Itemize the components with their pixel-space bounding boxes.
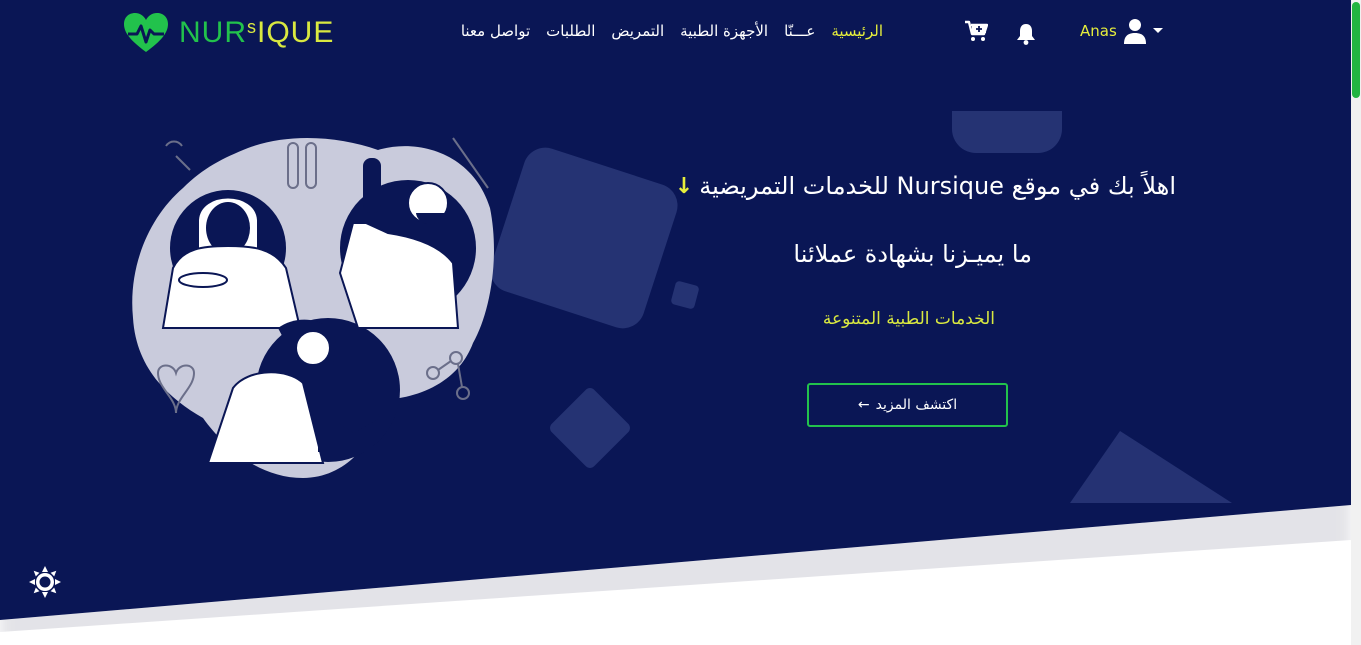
heart-pulse-icon [124, 13, 168, 52]
sun-icon[interactable] [29, 566, 61, 598]
hero-headline-text: اهلاً بك في موقع Nursique للخدمات التمري… [699, 172, 1176, 200]
hero-headline: اهلاً بك في موقع Nursique للخدمات التمري… [675, 172, 1176, 200]
medical-staff-illustration [132, 137, 494, 478]
cart-plus-icon[interactable] [964, 20, 988, 42]
user-icon [1123, 19, 1146, 44]
main-nav: الرئيسية عـــنّا الأجهزة الطبية التمريض … [461, 22, 883, 40]
navbar: NURsIQUE الرئيسية عـــنّا الأجهزة الطبية… [0, 0, 1351, 66]
hero-subhead: ما يميـزنا بشهادة عملائنا [793, 240, 1032, 268]
brand-logo[interactable]: NURsIQUE [123, 12, 334, 54]
discover-more-label: اكتشف المزيد [875, 397, 958, 413]
nav-link-nursing[interactable]: التمريض [611, 22, 664, 40]
decor-triangle [1070, 431, 1232, 503]
hero-tagline: الخدمات الطبية المتنوعة [822, 309, 995, 329]
nav-link-home[interactable]: الرئيسية [831, 22, 883, 40]
bell-icon[interactable] [1016, 23, 1036, 45]
page-scrollbar[interactable] [1351, 0, 1361, 645]
brand-wordmark: NURsIQUE [179, 16, 335, 49]
caret-down-icon [1152, 28, 1163, 33]
user-menu[interactable]: Anas [1080, 18, 1163, 44]
nav-link-contact[interactable]: تواصل معنا [461, 22, 530, 40]
decor-rounded-rect-top [952, 111, 1062, 153]
arrow-down-icon: ↓ [674, 173, 694, 199]
scrollbar-thumb[interactable] [1352, 2, 1360, 98]
user-name: Anas [1080, 22, 1117, 40]
arrow-left-icon: ← [857, 397, 870, 413]
discover-more-button[interactable]: اكتشف المزيد ← [807, 383, 1008, 427]
nav-link-medical-devices[interactable]: الأجهزة الطبية [680, 22, 768, 40]
nav-link-orders[interactable]: الطلبات [546, 22, 595, 40]
nav-link-about[interactable]: عـــنّا [784, 22, 815, 40]
